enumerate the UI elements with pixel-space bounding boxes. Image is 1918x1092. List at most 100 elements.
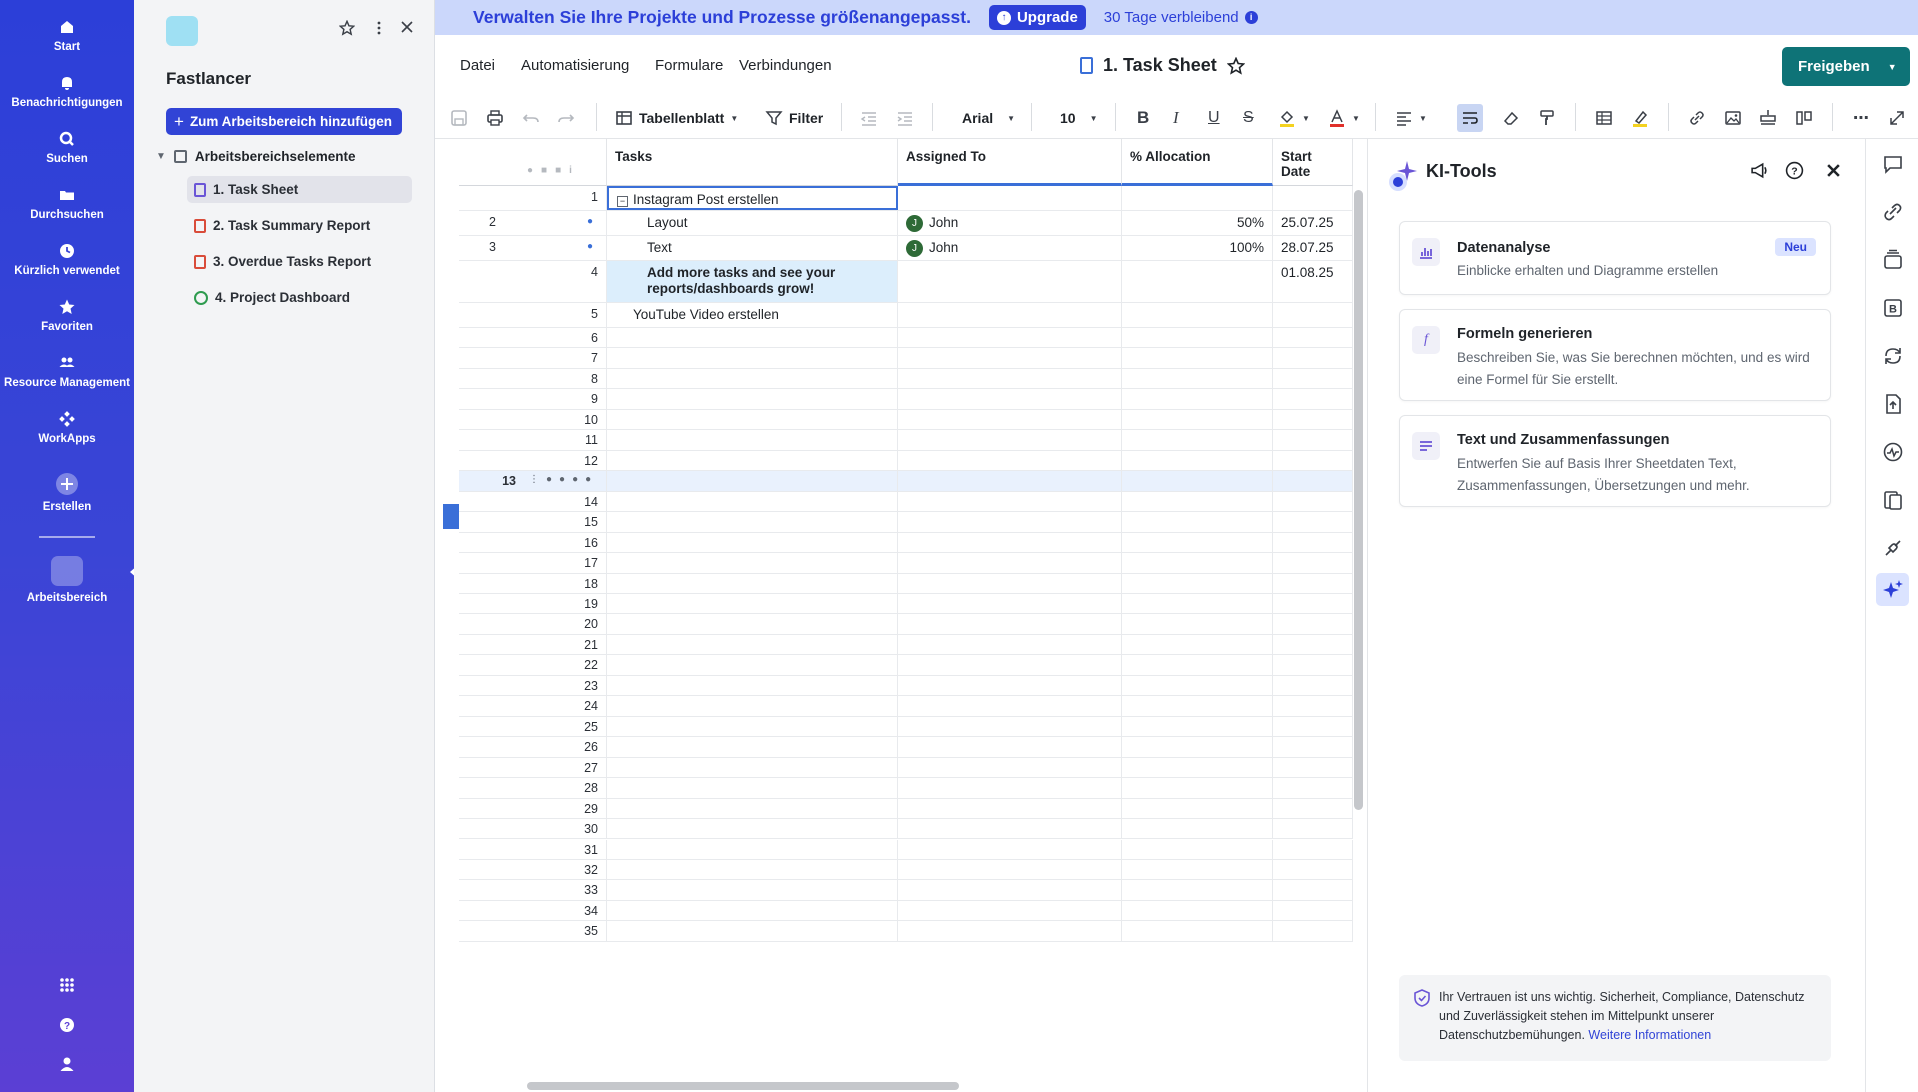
assigned-cell[interactable] <box>898 553 1122 573</box>
nav-favorites[interactable]: Favoriten <box>0 298 134 333</box>
table-row[interactable]: 25 <box>459 716 1353 738</box>
allocation-cell[interactable] <box>1122 614 1273 634</box>
allocation-cell[interactable] <box>1122 532 1273 553</box>
start-date-cell[interactable] <box>1273 186 1353 210</box>
allocation-cell[interactable] <box>1122 573 1273 593</box>
proof-icon[interactable]: ● <box>572 474 578 485</box>
nav-create[interactable]: Erstellen <box>0 472 134 513</box>
assigned-cell[interactable] <box>898 450 1122 471</box>
assigned-cell[interactable] <box>898 675 1122 696</box>
assigned-cell[interactable] <box>898 430 1122 450</box>
start-date-cell[interactable] <box>1273 859 1353 880</box>
task-cell[interactable]: Layout <box>607 211 898 235</box>
megaphone-icon[interactable] <box>1750 161 1769 180</box>
table-row[interactable]: 10 <box>459 409 1353 431</box>
allocation-cell[interactable] <box>1122 675 1273 696</box>
assigned-cell[interactable] <box>898 716 1122 737</box>
table-row[interactable]: 4 Add more tasks and see your reports/da… <box>459 261 1353 303</box>
assigned-cell[interactable] <box>898 348 1122 368</box>
table-row[interactable]: ● 3 Text J John 100% 28.07.25 <box>459 236 1353 261</box>
nav-start[interactable]: Start <box>0 18 134 53</box>
fill-color-button[interactable]: ▼ <box>1278 107 1310 129</box>
allocation-cell[interactable] <box>1122 303 1273 327</box>
task-cell[interactable] <box>607 859 898 880</box>
table-row[interactable]: 32 <box>459 859 1353 881</box>
allocation-cell[interactable] <box>1122 655 1273 675</box>
start-date-cell[interactable] <box>1273 819 1353 839</box>
allocation-cell[interactable] <box>1122 839 1273 859</box>
start-date-cell[interactable] <box>1273 532 1353 553</box>
table-row[interactable]: 1 − Instagram Post erstellen <box>459 186 1353 211</box>
workspace-item-task-sheet[interactable]: 1. Task Sheet <box>187 176 412 203</box>
table-row[interactable]: 29 <box>459 798 1353 820</box>
start-date-cell[interactable] <box>1273 614 1353 634</box>
align-button[interactable]: ▼ <box>1395 107 1427 129</box>
allocation-cell[interactable] <box>1122 328 1273 348</box>
allocation-cell[interactable] <box>1122 409 1273 430</box>
table-row[interactable]: 31 <box>459 839 1353 860</box>
table-row[interactable]: 17 <box>459 553 1353 574</box>
task-cell[interactable] <box>607 348 898 368</box>
allocation-cell[interactable] <box>1122 261 1273 302</box>
info-icon[interactable]: i <box>1244 11 1258 24</box>
start-date-cell[interactable] <box>1273 409 1353 430</box>
font-family-select[interactable]: Arial ▼ <box>962 107 1015 129</box>
table-row[interactable]: 18 <box>459 573 1353 594</box>
table-row[interactable]: 20 <box>459 614 1353 635</box>
filter-button[interactable]: Filter <box>765 107 823 129</box>
allocation-cell[interactable] <box>1122 921 1273 941</box>
nav-browse[interactable]: Durchsuchen <box>0 186 134 221</box>
allocation-cell[interactable] <box>1122 471 1273 491</box>
image-icon[interactable] <box>1724 107 1742 129</box>
assigned-cell[interactable] <box>898 859 1122 880</box>
favorite-star-icon[interactable] <box>339 20 355 36</box>
attachment-icon[interactable] <box>1882 201 1904 223</box>
assigned-cell[interactable] <box>898 261 1122 302</box>
start-date-cell[interactable]: 28.07.25 <box>1273 236 1353 260</box>
table-row[interactable]: 19 <box>459 593 1353 615</box>
nav-notifications[interactable]: Benachrichtigungen <box>0 74 134 109</box>
allocation-cell[interactable] <box>1122 491 1273 512</box>
horizontal-scrollbar[interactable] <box>527 1082 959 1090</box>
start-date-cell[interactable] <box>1273 675 1353 696</box>
allocation-cell[interactable] <box>1122 634 1273 655</box>
task-cell[interactable] <box>607 819 898 839</box>
start-date-cell[interactable] <box>1273 512 1353 532</box>
nav-apps-launcher[interactable] <box>0 976 134 999</box>
row-selection-marker[interactable] <box>443 504 459 529</box>
save-icon[interactable] <box>450 107 468 129</box>
allocation-cell[interactable] <box>1122 819 1273 839</box>
start-date-cell[interactable] <box>1273 839 1353 859</box>
start-date-cell[interactable] <box>1273 593 1353 614</box>
assigned-cell[interactable] <box>898 614 1122 634</box>
column-header-tasks[interactable]: Tasks <box>607 139 898 186</box>
assigned-cell[interactable] <box>898 778 1122 798</box>
start-date-cell[interactable] <box>1273 389 1353 409</box>
assigned-cell[interactable] <box>898 757 1122 778</box>
task-cell[interactable] <box>607 532 898 553</box>
share-button[interactable]: Freigeben ▼ <box>1782 47 1910 86</box>
menu-automation[interactable]: Automatisierung <box>521 57 629 74</box>
ai-sparkle-icon[interactable] <box>1882 579 1904 601</box>
assigned-cell[interactable] <box>898 368 1122 389</box>
task-cell[interactable] <box>607 491 898 512</box>
column-header-assigned[interactable]: Assigned To <box>898 139 1122 186</box>
task-cell[interactable] <box>607 614 898 634</box>
update-requests-icon[interactable] <box>1882 345 1904 367</box>
redo-icon[interactable] <box>557 107 575 129</box>
task-cell[interactable] <box>607 409 898 430</box>
task-cell[interactable] <box>607 389 898 409</box>
assigned-cell[interactable] <box>898 900 1122 921</box>
assigned-cell[interactable] <box>898 921 1122 941</box>
task-cell[interactable] <box>607 593 898 614</box>
comment-icon[interactable]: ● <box>559 474 565 485</box>
allocation-cell[interactable] <box>1122 696 1273 716</box>
format-painter-icon[interactable] <box>1538 107 1556 129</box>
menu-forms[interactable]: Formulare <box>655 57 723 74</box>
proofing-icon[interactable] <box>1882 249 1904 271</box>
workspace-item-overdue-report[interactable]: 3. Overdue Tasks Report <box>187 248 412 275</box>
start-date-cell[interactable] <box>1273 430 1353 450</box>
nav-help[interactable]: ? <box>0 1016 134 1039</box>
start-date-cell[interactable] <box>1273 655 1353 675</box>
reminder-icon[interactable]: ● <box>585 474 591 485</box>
